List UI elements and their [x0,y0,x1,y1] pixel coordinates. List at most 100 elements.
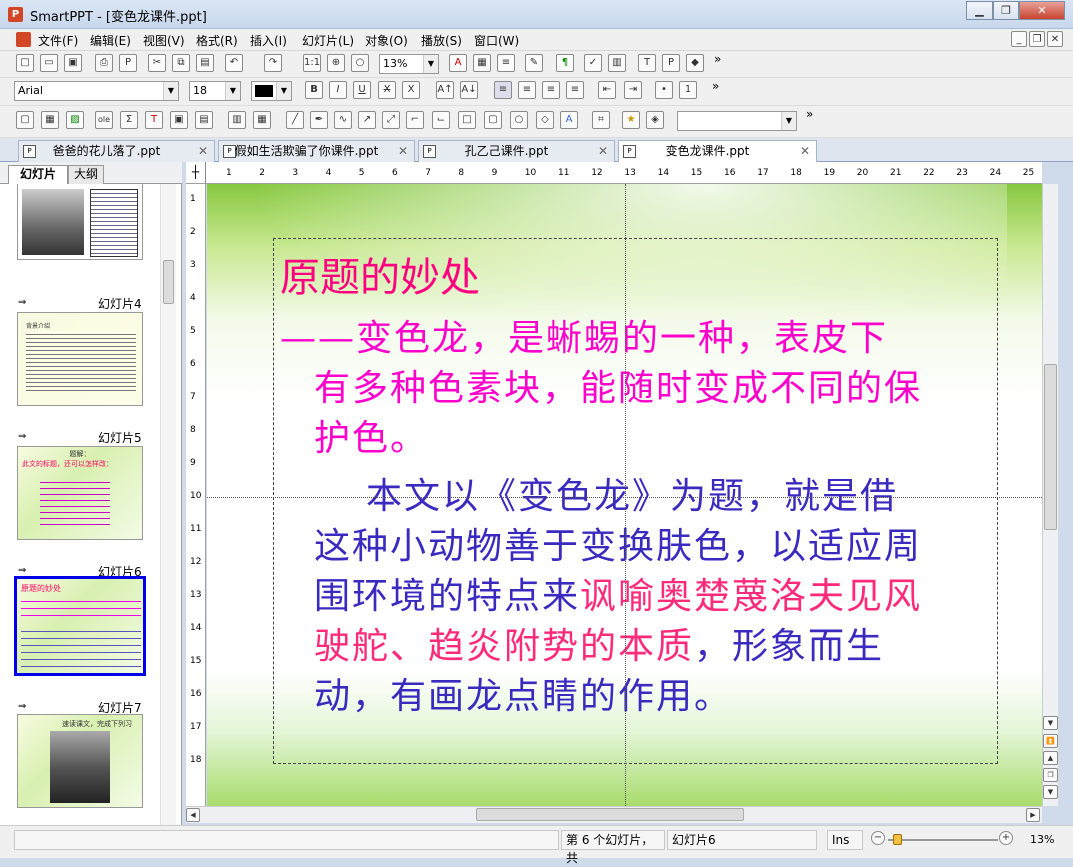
bullets-icon[interactable]: • [655,81,673,99]
slide-vertical-scrollbar[interactable]: ▼ ⏫ ▲ ❐ ▼ [1042,184,1058,806]
shapes-icon[interactable]: ◇ [536,111,554,129]
close-icon[interactable]: ✕ [198,141,208,161]
thumbnail-scrollbar[interactable] [160,184,176,825]
text-box-icon[interactable]: T [638,54,656,72]
new-icon[interactable]: □ [16,54,34,72]
menu-object[interactable]: 对象(O) [365,32,408,49]
image-icon[interactable]: ▨ [66,111,84,129]
close-icon[interactable]: ✕ [598,141,608,161]
first-slide-icon[interactable]: ⏫ [1043,734,1058,748]
toolbar-more[interactable]: » [714,52,721,66]
menu-slide[interactable]: 幻灯片(L) [302,32,354,49]
grow-font-icon[interactable]: A↑ [436,81,454,99]
polyline-icon[interactable]: ⌙ [432,111,450,129]
tab-doc-4[interactable]: P 变色龙课件.ppt ✕ [618,140,817,163]
effects-icon[interactable]: ◈ [646,111,664,129]
arrow-icon[interactable]: ↗ [358,111,376,129]
zoom-select[interactable]: 13% ▼ [379,54,439,74]
curve-icon[interactable]: ∿ [334,111,352,129]
font-select[interactable]: Arial ▼ [14,81,179,101]
table-icon[interactable]: ▦ [41,111,59,129]
text-color-icon[interactable]: A [449,54,467,72]
print-icon[interactable]: ⎙ [95,54,113,72]
menu-window[interactable]: 窗口(W) [474,32,519,49]
tab-slides[interactable]: 幻灯片 [8,165,68,184]
numbering-icon[interactable]: 1 [679,81,697,99]
list-icon[interactable]: ≡ [497,54,515,72]
line-icon[interactable]: ╱ [286,111,304,129]
undo-icon[interactable]: ↶ [225,54,243,72]
save-icon[interactable]: ▣ [64,54,82,72]
justify-icon[interactable]: ≡ [566,81,584,99]
textframe-icon[interactable]: T [145,111,163,129]
find-icon[interactable]: ○ [351,54,369,72]
formula-icon[interactable]: Σ [120,111,138,129]
cut-icon[interactable]: ✂ [148,54,166,72]
maximize-button[interactable]: ❐ [993,1,1019,20]
align-center-icon[interactable]: ≡ [518,81,536,99]
close-icon[interactable]: ✕ [800,141,810,161]
wordart-icon[interactable]: A [560,111,578,129]
thumbnail-slide-6[interactable]: 原题的妙处 [14,576,146,676]
zoom-slider[interactable] [888,839,998,841]
prev-slide-icon[interactable]: ▲ [1043,751,1058,765]
tab-doc-1[interactable]: P 爸爸的花儿落了.ppt ✕ [18,140,215,162]
insert-image-icon[interactable]: ▦ [473,54,491,72]
restore-view-icon[interactable]: ❐ [1043,768,1058,782]
chartframe-icon[interactable]: ▤ [195,111,213,129]
tab-doc-2[interactable]: P 假如生活欺骗了你课件.ppt ✕ [218,140,415,162]
doc-restore-button[interactable]: ❐ [1029,31,1045,47]
doc-minimize-button[interactable]: _ [1011,31,1027,47]
align-left-icon[interactable]: ≡ [494,81,512,99]
scroll-down-icon[interactable]: ▼ [1043,716,1058,730]
zoom-in-icon[interactable]: ⊕ [327,54,345,72]
paragraph-mark-icon[interactable]: ¶ [556,54,574,72]
picture-frame-icon[interactable]: P [662,54,680,72]
horizontal-scrollbar[interactable]: ◀ ▶ [186,806,1042,823]
font-color-select[interactable]: ▼ [251,81,292,101]
spellcheck-icon[interactable]: ✓ [584,54,602,72]
rectangle-icon[interactable]: □ [458,111,476,129]
frame-icon[interactable]: ▢ [16,111,34,129]
toolbar-more[interactable]: » [712,79,719,93]
thumbnail-slide-4[interactable]: 背景介绍 [17,312,143,406]
shrink-font-icon[interactable]: A↓ [460,81,478,99]
picframe-icon[interactable]: ▣ [170,111,188,129]
thumbnail-slide-5[interactable]: 题解： 此文的标题，还可以怎样改： [17,446,143,540]
doc-close-button[interactable]: ✕ [1047,31,1063,47]
paste-icon[interactable]: ▤ [196,54,214,72]
object-icon[interactable]: ◆ [686,54,704,72]
ellipse-icon[interactable]: ○ [510,111,528,129]
next-slide-icon[interactable]: ▼ [1043,785,1058,799]
outdent-icon[interactable]: ⇤ [598,81,616,99]
zoom-in-icon[interactable]: + [999,831,1013,845]
star-icon[interactable]: ★ [622,111,640,129]
copy-icon[interactable]: ⧉ [172,54,190,72]
minimize-button[interactable]: ▁ [966,1,993,20]
ratio-icon[interactable]: 1:1 [303,54,321,72]
format-painter-icon[interactable]: ✎ [525,54,543,72]
align-right-icon[interactable]: ≡ [542,81,560,99]
menu-format[interactable]: 格式(R) [196,32,238,49]
size-select[interactable]: 18 ▼ [189,81,241,101]
thumbnail-slide-7[interactable]: 速读课文，完成下列习 [17,714,143,808]
double-strike-icon[interactable]: X [402,81,420,99]
thumbnail-slide-3[interactable] [17,184,143,260]
menu-insert[interactable]: 插入(I) [250,32,287,49]
scroll-thumb[interactable] [163,260,174,304]
redo-icon[interactable]: ↷ [264,54,282,72]
bold-icon[interactable]: B [305,81,323,99]
close-icon[interactable]: ✕ [398,141,408,161]
rounded-rect-icon[interactable]: ▢ [484,111,502,129]
zoom-out-icon[interactable]: − [871,831,885,845]
scroll-thumb[interactable] [1044,364,1057,530]
pen-icon[interactable]: ✒ [310,111,328,129]
ole-icon[interactable]: ole [95,111,113,129]
elbow-icon[interactable]: ⌐ [406,111,424,129]
indent-icon[interactable]: ⇥ [624,81,642,99]
close-button[interactable]: ✕ [1019,1,1065,20]
menu-file[interactable]: 文件(F) [38,32,78,49]
horizontal-guide[interactable] [207,497,1042,498]
style-select[interactable]: ▼ [677,111,797,131]
tab-doc-3[interactable]: P 孔乙己课件.ppt ✕ [418,140,615,162]
